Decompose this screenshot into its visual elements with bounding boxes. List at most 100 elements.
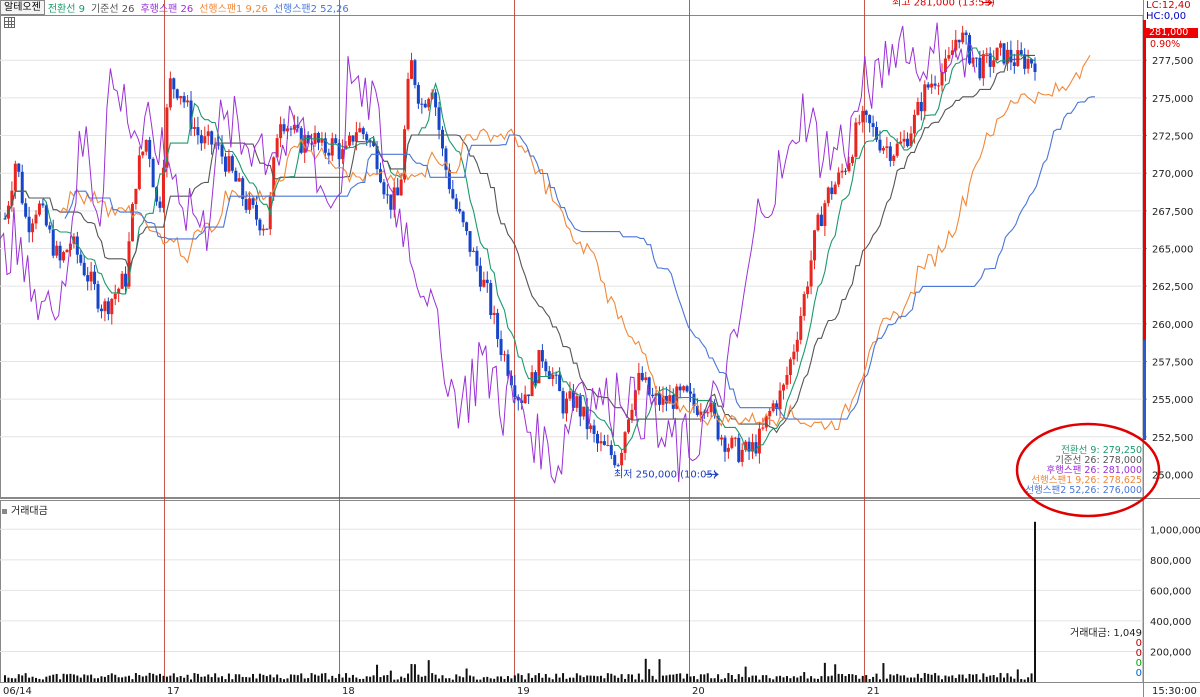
candle-body <box>730 437 734 448</box>
candle-body <box>82 262 86 276</box>
candle-body <box>409 60 413 79</box>
volume-bar <box>55 673 58 682</box>
volume-bar <box>951 675 954 682</box>
candle-body <box>957 39 961 43</box>
volume-bar <box>434 674 437 682</box>
volume-bar <box>472 676 475 682</box>
volume-bar <box>506 676 509 682</box>
candle-body <box>158 201 162 208</box>
volume-bar <box>489 678 492 682</box>
candle-body <box>499 338 503 355</box>
volume-bar <box>238 674 241 682</box>
volume-bar <box>107 675 110 682</box>
volume-bar <box>734 679 737 682</box>
volume-bar <box>176 677 179 682</box>
volume-bar <box>482 677 485 682</box>
x-tick-label: 06/14 <box>3 686 32 697</box>
volume-bar <box>179 675 182 682</box>
price-tick-label: 275,000 <box>1152 94 1193 105</box>
candle-body <box>168 78 172 108</box>
candle-body <box>895 143 899 156</box>
volume-bar <box>155 675 158 682</box>
volume-bar <box>909 677 912 682</box>
candle-body <box>923 84 927 112</box>
candle-body <box>916 101 920 115</box>
volume-bar <box>813 678 816 682</box>
candle-body <box>141 151 145 156</box>
volume-bar <box>403 677 406 682</box>
volume-zero-2: 0 <box>1135 648 1142 659</box>
volume-bar <box>455 674 458 682</box>
volume-bar <box>806 678 809 682</box>
volume-bar <box>555 673 558 682</box>
candle-body <box>89 271 93 282</box>
volume-bar <box>968 673 971 682</box>
volume-bar <box>393 679 396 682</box>
candle-body <box>616 465 620 467</box>
volume-bar <box>324 673 327 682</box>
candle-body <box>947 55 951 59</box>
volume-bar <box>823 662 826 682</box>
volume-bar <box>252 673 255 682</box>
candle-body <box>623 432 627 453</box>
candle-body <box>34 214 38 224</box>
candle-body <box>175 89 179 99</box>
volume-legend: 거래대금: 1,049 0 0 0 0 <box>1070 629 1142 679</box>
candle-body <box>399 179 403 196</box>
legend-item-conversion: 전환선 9 <box>47 4 85 15</box>
legend-bar: 알테오젠 전환선 9 기준선 26 후행스팬 26 선행스팬1 9,26 선행스… <box>0 0 355 15</box>
candle-body <box>658 393 662 405</box>
candle-body <box>37 203 41 215</box>
volume-bar <box>785 676 788 682</box>
volume-bar <box>565 678 568 682</box>
volume-panel-frame <box>0 500 1144 683</box>
volume-bar <box>858 678 861 682</box>
candle-body <box>981 54 985 79</box>
volume-bar <box>892 675 895 682</box>
volume-bar <box>224 679 227 682</box>
candle-body <box>513 385 517 397</box>
candle-body <box>258 219 262 231</box>
volume-bar <box>958 674 961 682</box>
volume-bar <box>90 674 93 682</box>
volume-zero-4: 0 <box>1135 668 1142 679</box>
volume-bar <box>624 678 627 682</box>
volume-bar <box>782 677 785 682</box>
volume-bar <box>865 675 868 682</box>
volume-bar <box>444 678 447 682</box>
volume-bar <box>382 675 385 682</box>
candle-body <box>86 275 90 282</box>
stock-title[interactable]: 알테오젠 <box>0 0 45 15</box>
volume-bar <box>1006 673 1009 682</box>
volume-bar <box>1023 679 1026 682</box>
volume-bar <box>1016 669 1019 682</box>
volume-bar <box>172 673 175 682</box>
candle-body <box>237 178 241 182</box>
volume-bar <box>183 677 186 682</box>
candle-body <box>992 60 996 67</box>
volume-bar <box>1034 521 1036 682</box>
volume-bar <box>520 675 523 682</box>
volume-bar <box>686 673 689 682</box>
grid-settings-icon[interactable] <box>4 17 15 28</box>
volume-bar <box>896 673 899 682</box>
volume-bar <box>582 677 585 682</box>
volume-bar <box>796 677 799 682</box>
volume-bar <box>345 673 348 682</box>
price-tick-label: 262,500 <box>1152 282 1193 293</box>
candle-body <box>974 57 978 59</box>
volume-bar <box>903 675 906 682</box>
candle-body <box>65 249 69 253</box>
volume-bar <box>121 677 124 682</box>
volume-bar <box>682 678 685 682</box>
volume-bar <box>861 675 864 682</box>
panel-handle-icon[interactable] <box>2 508 7 514</box>
volume-title-text: 거래대금 <box>11 506 48 517</box>
x-tick-label: 21 <box>867 686 880 697</box>
volume-bar <box>1020 679 1023 682</box>
price-panel-frame <box>0 15 1144 498</box>
candle-body <box>720 437 724 440</box>
candle-body <box>868 114 872 124</box>
candle-body <box>182 96 186 103</box>
candle-body <box>103 301 107 312</box>
